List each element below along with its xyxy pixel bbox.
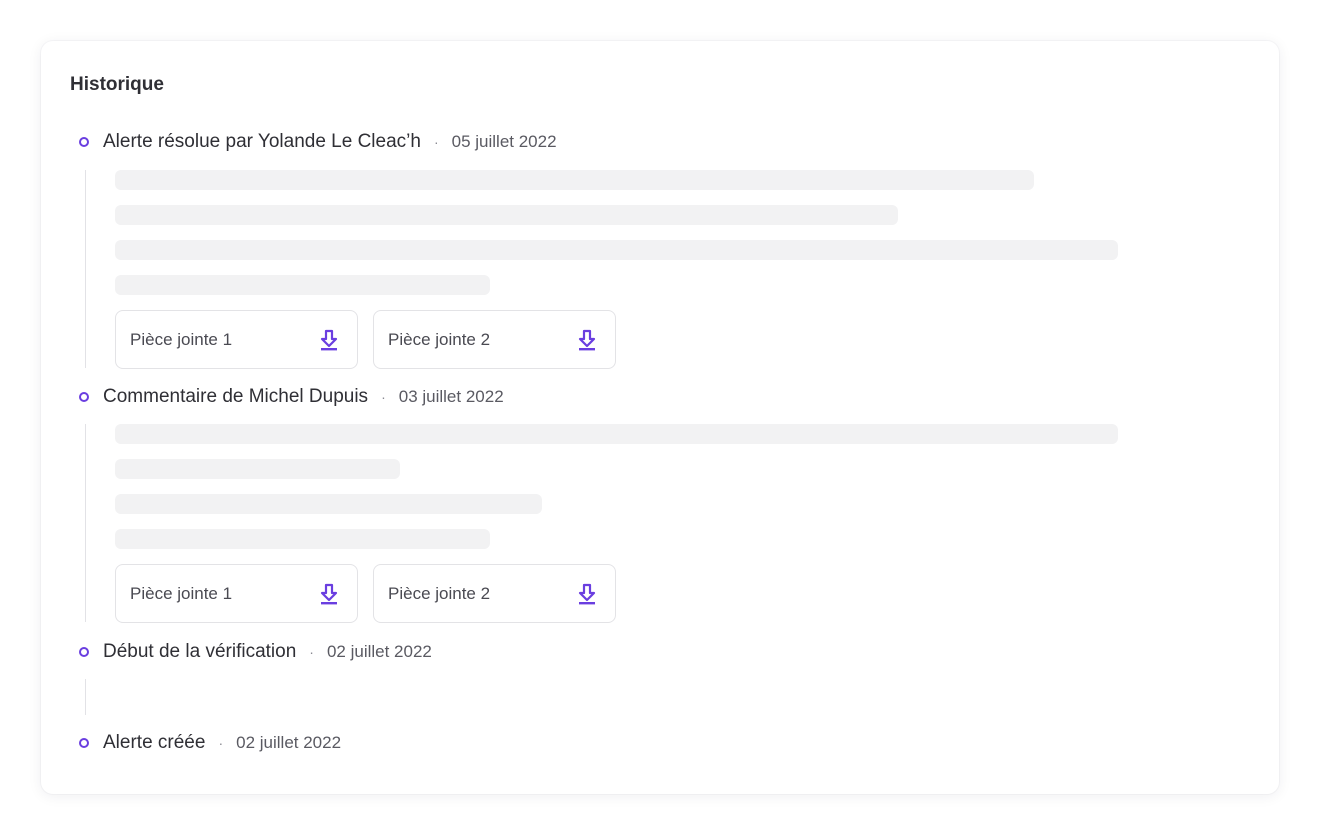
download-icon[interactable]: [319, 329, 339, 351]
timeline-dot-icon: [79, 392, 89, 402]
skeleton-line: [115, 205, 898, 225]
timeline-line: [85, 170, 86, 368]
entry-separator: ·: [218, 735, 224, 751]
entry-separator: ·: [381, 389, 386, 405]
entry-date: 03 juillet 2022: [398, 387, 504, 406]
timeline-dot-icon: [79, 137, 89, 147]
download-icon[interactable]: [577, 583, 597, 605]
download-icon[interactable]: [577, 329, 597, 351]
entry-date: 05 juillet 2022: [451, 132, 557, 151]
timeline-dot-icon: [79, 647, 89, 657]
timeline-entry-comment: Commentaire de Michel Dupuis · 03 juille…: [79, 385, 504, 409]
entry-separator: ·: [309, 644, 314, 660]
entry-title: Début de la vérification: [103, 641, 297, 662]
attachment-button[interactable]: Pièce jointe 1: [115, 310, 358, 369]
skeleton-line: [115, 424, 1118, 444]
skeleton-line: [115, 275, 490, 295]
entry-title: Alerte créée: [103, 732, 206, 753]
history-card: Historique Alerte résolue par Yolande Le…: [41, 41, 1279, 794]
history-title: Historique: [70, 74, 164, 95]
skeleton-line: [115, 494, 542, 514]
timeline-line: [85, 679, 86, 715]
timeline-entry-resolved: Alerte résolue par Yolande Le Cleac’h · …: [79, 130, 557, 154]
skeleton-line: [115, 240, 1118, 260]
download-icon[interactable]: [319, 583, 339, 605]
attachment-button[interactable]: Pièce jointe 1: [115, 564, 358, 623]
skeleton-line: [115, 529, 490, 549]
timeline-entry-created: Alerte créée · 02 juillet 2022: [79, 731, 341, 755]
entry-title: Alerte résolue par Yolande Le Cleac’h: [103, 131, 421, 152]
timeline-entry-verification: Début de la vérification · 02 juillet 20…: [79, 640, 432, 664]
entry-date: 02 juillet 2022: [236, 733, 342, 752]
attachment-label: Pièce jointe 1: [130, 329, 233, 349]
skeleton-line: [115, 170, 1034, 190]
attachment-label: Pièce jointe 2: [388, 329, 491, 349]
timeline-dot-icon: [79, 738, 89, 748]
attachment-label: Pièce jointe 1: [130, 583, 233, 603]
timeline-line: [85, 424, 86, 622]
attachment-button[interactable]: Pièce jointe 2: [373, 564, 616, 623]
entry-separator: ·: [433, 134, 439, 150]
entry-date: 02 juillet 2022: [326, 642, 432, 661]
entry-title: Commentaire de Michel Dupuis: [103, 386, 369, 407]
attachment-button[interactable]: Pièce jointe 2: [373, 310, 616, 369]
skeleton-line: [115, 459, 400, 479]
attachment-label: Pièce jointe 2: [388, 583, 491, 603]
